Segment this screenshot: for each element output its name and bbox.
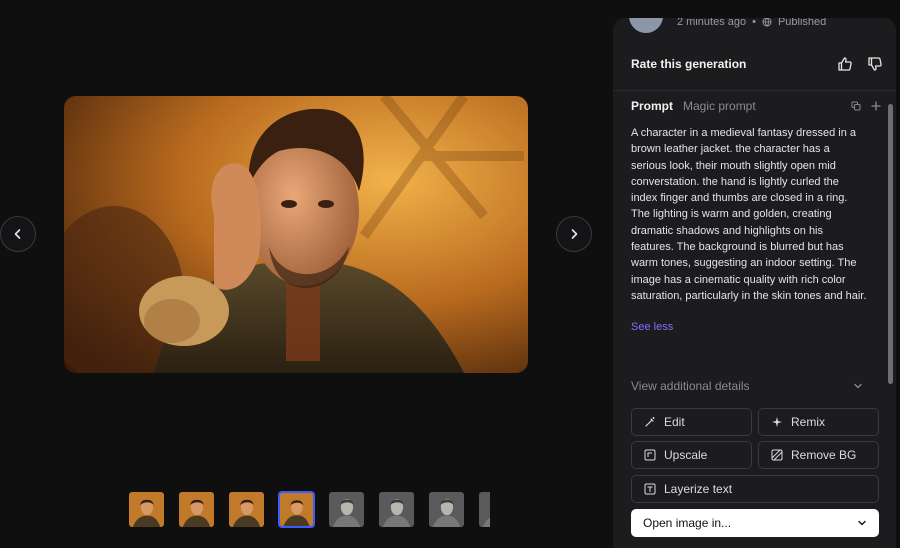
thumbnail-5[interactable] [328,491,365,528]
upscale-button[interactable]: Upscale [631,441,752,469]
tab-magic-prompt[interactable]: Magic prompt [683,99,756,113]
thumbs-up-icon[interactable] [837,56,853,72]
portrait-image [64,96,528,373]
image-viewer [0,0,612,548]
edit-button[interactable]: Edit [631,408,752,436]
scrollbar[interactable] [888,104,893,384]
additional-details-label: View additional details [631,379,750,393]
see-less-link[interactable]: See less [631,321,673,333]
copy-icon[interactable] [851,101,861,111]
chevron-left-icon [14,229,21,239]
thumbnail-4[interactable] [278,491,315,528]
avatar[interactable] [629,18,663,33]
remix-label: Remix [791,415,826,429]
separator-dot: • [752,18,756,28]
edit-label: Edit [664,415,685,429]
next-image-button[interactable] [556,216,592,252]
remove-bg-label: Remove BG [791,448,857,462]
chevron-down-icon [854,383,862,389]
prompt-text: A character in a medieval fantasy dresse… [631,127,867,302]
remove-background-icon [771,449,783,461]
details-panel: 2 minutes ago • Published Rate this gene… [613,18,896,548]
layerize-text-button[interactable]: Layerize text [631,475,879,503]
layerize-text-icon [644,483,656,495]
rate-title: Rate this generation [631,57,747,71]
upscale-icon [644,449,656,461]
additional-details-toggle[interactable]: View additional details [631,379,863,393]
globe-icon [762,18,772,27]
plus-icon[interactable] [871,101,881,111]
rating-row: Rate this generation [631,54,883,74]
layerize-text-label: Layerize text [664,482,733,496]
remove-bg-button[interactable]: Remove BG [758,441,879,469]
thumbnail-6[interactable] [378,491,415,528]
thumbnail-2[interactable] [178,491,215,528]
sparkle-icon [772,417,782,427]
remix-button[interactable]: Remix [758,408,879,436]
thumbnail-8[interactable] [478,491,490,528]
thumbnail-3[interactable] [228,491,265,528]
thumbs-down-icon[interactable] [867,56,883,72]
visibility-status: Published [777,18,827,28]
thumbnail-1[interactable] [128,491,165,528]
tab-prompt[interactable]: Prompt [631,99,673,113]
prompt-tabs: Prompt Magic prompt [631,99,881,113]
open-image-in-dropdown[interactable]: Open image in... [631,509,879,537]
prompt-section: Prompt Magic prompt A character in a med… [613,91,896,401]
thumbnail-strip [128,491,490,529]
open-image-in-label: Open image in... [643,516,732,530]
chevron-right-icon [571,229,578,239]
upscale-label: Upscale [664,448,708,462]
generated-image[interactable] [64,96,528,373]
generation-meta: 2 minutes ago • Published [629,18,827,33]
thumbnail-7[interactable] [428,491,465,528]
timestamp: 2 minutes ago [677,18,747,28]
previous-image-button[interactable] [0,216,36,252]
magic-edit-icon [645,417,655,427]
chevron-down-icon [858,520,866,526]
